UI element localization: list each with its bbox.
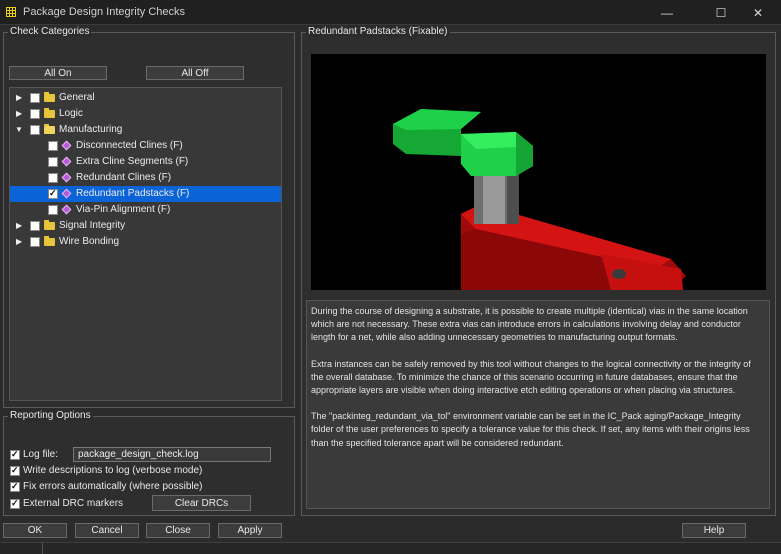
apply-button[interactable]: Apply [218, 523, 282, 538]
all-on-button[interactable]: All On [9, 66, 107, 80]
tree-item-label: Wire Bonding [59, 236, 120, 247]
description-paragraph: During the course of designing a substra… [311, 306, 748, 343]
check-description: During the course of designing a substra… [306, 300, 770, 509]
log-file-input[interactable]: package_design_check.log [73, 447, 271, 462]
check-diamond-icon [61, 188, 72, 199]
tree-item-label: Extra Cline Segments (F) [76, 156, 189, 167]
check-diamond-icon [61, 140, 72, 151]
expand-arrow-icon[interactable]: ▶ [16, 109, 24, 119]
tree-item-label: Signal Integrity [59, 220, 126, 231]
ok-button[interactable]: OK [3, 523, 67, 538]
log-file-checkbox[interactable] [10, 449, 20, 460]
checkbox-checked[interactable] [48, 188, 58, 199]
tree-item-label: Logic [59, 108, 83, 119]
reporting-options-label: Reporting Options [8, 410, 93, 421]
description-paragraph: Extra instances can be safely removed by… [311, 358, 751, 396]
padstack-preview-image [311, 54, 766, 290]
tree-item-label: General [59, 92, 95, 103]
check-diamond-icon [61, 172, 72, 183]
tree-item-via-pin-alignment[interactable]: Via-Pin Alignment (F) [10, 202, 281, 218]
checkbox[interactable] [30, 125, 40, 135]
tree-item-manufacturing[interactable]: ▼ Manufacturing [10, 122, 281, 138]
cancel-button[interactable]: Cancel [75, 523, 139, 538]
help-button[interactable]: Help [682, 523, 746, 538]
tree-item-label: Manufacturing [59, 124, 123, 135]
checkbox[interactable] [30, 221, 40, 231]
tree-item-label: Disconnected Clines (F) [76, 140, 183, 151]
folder-icon [44, 108, 55, 118]
clear-drcs-button[interactable]: Clear DRCs [152, 495, 251, 511]
fix-errors-option[interactable]: Fix errors automatically (where possible… [10, 480, 280, 494]
expand-arrow-icon[interactable]: ▶ [16, 237, 24, 247]
tree-item-signal-integrity[interactable]: ▶ Signal Integrity [10, 218, 281, 234]
checkbox[interactable] [30, 109, 40, 119]
collapse-arrow-icon[interactable]: ▼ [15, 125, 23, 135]
checkbox[interactable] [30, 237, 40, 247]
close-button[interactable]: Close [146, 523, 210, 538]
folder-icon [44, 236, 55, 246]
tree-item-redundant-padstacks[interactable]: Redundant Padstacks (F) [10, 186, 281, 202]
title-bar: Package Design Integrity Checks — ☐ ✕ [0, 0, 781, 25]
verbose-label: Write descriptions to log (verbose mode) [23, 465, 203, 476]
check-categories-label: Check Categories [8, 26, 92, 37]
tree-item-disconnected-clines[interactable]: Disconnected Clines (F) [10, 138, 281, 154]
window-title: Package Design Integrity Checks [23, 6, 186, 18]
tree-item-general[interactable]: ▶ General [10, 90, 281, 106]
tree-item-label: Redundant Padstacks (F) [76, 188, 190, 199]
tree-item-wire-bonding[interactable]: ▶ Wire Bonding [10, 234, 281, 250]
tree-item-extra-cline-segments[interactable]: Extra Cline Segments (F) [10, 154, 281, 170]
fix-errors-label: Fix errors automatically (where possible… [23, 481, 203, 492]
app-grid-icon [5, 6, 17, 18]
external-drc-checkbox[interactable] [10, 498, 20, 509]
fix-errors-checkbox[interactable] [10, 481, 20, 492]
expand-arrow-icon[interactable]: ▶ [16, 93, 24, 103]
status-bar [0, 542, 781, 554]
all-off-button[interactable]: All Off [146, 66, 244, 80]
checkbox[interactable] [48, 141, 58, 151]
status-separator [42, 543, 43, 554]
redundant-padstack-3d-icon [393, 109, 686, 290]
verbose-option[interactable]: Write descriptions to log (verbose mode) [10, 464, 280, 478]
check-tree[interactable]: ▶ General ▶ Logic ▼ Manufacturing Discon… [9, 87, 282, 401]
expand-arrow-icon[interactable]: ▶ [16, 221, 24, 231]
log-file-label: Log file: [23, 449, 59, 460]
checkbox[interactable] [48, 205, 58, 215]
tree-item-label: Redundant Clines (F) [76, 172, 172, 183]
folder-icon [44, 92, 55, 102]
external-drc-label: External DRC markers [23, 498, 124, 509]
minimize-button[interactable]: — [644, 0, 690, 25]
checkbox[interactable] [30, 93, 40, 103]
open-folder-icon [44, 124, 55, 134]
tree-item-redundant-clines[interactable]: Redundant Clines (F) [10, 170, 281, 186]
description-paragraph: The "packinteg_redundant_via_tol" enviro… [311, 411, 750, 448]
tree-item-logic[interactable]: ▶ Logic [10, 106, 281, 122]
verbose-checkbox[interactable] [10, 465, 20, 476]
close-window-button[interactable]: ✕ [735, 0, 781, 25]
checkbox[interactable] [48, 173, 58, 183]
detail-title: Redundant Padstacks (Fixable) [306, 26, 450, 37]
tree-item-label: Via-Pin Alignment (F) [76, 204, 171, 215]
check-diamond-icon [61, 204, 72, 215]
check-diamond-icon [61, 156, 72, 167]
folder-icon [44, 220, 55, 230]
checkbox[interactable] [48, 157, 58, 167]
